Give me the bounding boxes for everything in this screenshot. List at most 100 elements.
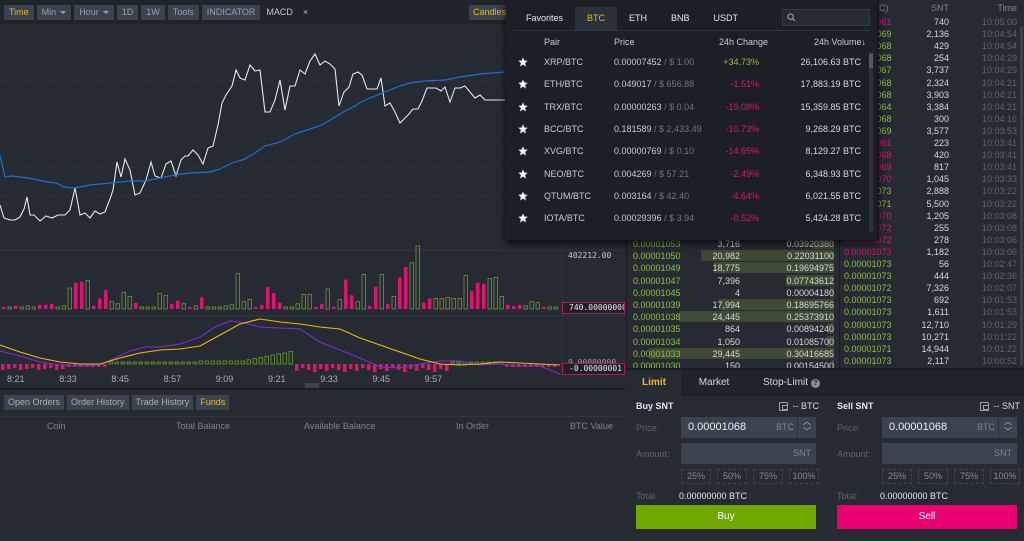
- bid-row[interactable]: 0.00001035 864 0.00894240: [627, 323, 840, 335]
- tab-limit[interactable]: Limit: [626, 370, 683, 396]
- buy-50-percent-button[interactable]: 50%: [717, 469, 747, 484]
- sell-75-percent-button[interactable]: 75%: [954, 469, 984, 484]
- star-favorite-icon[interactable]: [518, 57, 528, 67]
- wallet-icon[interactable]: [979, 401, 989, 411]
- star-favorite-icon[interactable]: [518, 168, 528, 179]
- volume-bar: [463, 274, 468, 310]
- tab-open-orders[interactable]: Open Orders: [4, 395, 65, 410]
- market-scrollbar-track[interactable]: [869, 52, 873, 232]
- market-row[interactable]: ETH/BTC 0.049017 / $ 656.88 -1.51% 17,883.1…: [514, 73, 864, 95]
- trade-time: 10:03:22: [981, 198, 1017, 209]
- trade-time: 10:01:22: [981, 343, 1017, 354]
- hour-dropdown[interactable]: Hour: [74, 4, 114, 20]
- wallet-icon[interactable]: [778, 401, 788, 411]
- star-favorite-icon[interactable]: [518, 146, 528, 156]
- pair-name: NEO/BTC: [544, 168, 585, 179]
- star-favorite-icon[interactable]: [518, 101, 528, 112]
- bid-row[interactable]: 0.00001034 1,050 0.01085700: [627, 335, 840, 348]
- buy-25-percent-button[interactable]: 25%: [681, 469, 711, 484]
- pair-price: 0.181589 / $ 2,433.49: [614, 118, 702, 140]
- buy-100-percent-button[interactable]: 100%: [789, 469, 819, 484]
- volume-bar: [98, 298, 102, 309]
- buy-price-stepper[interactable]: ︿ ﹀: [797, 417, 816, 438]
- buy-button[interactable]: Buy: [636, 505, 816, 529]
- bid-row[interactable]: 0.00001045 4 0.00004180: [627, 286, 840, 299]
- header-pair[interactable]: Pair: [544, 33, 560, 51]
- volume-bar: [476, 282, 480, 309]
- star-favorite-icon[interactable]: [518, 124, 528, 134]
- buy-75-percent-button[interactable]: 75%: [753, 469, 783, 484]
- volume-bar: [14, 305, 18, 309]
- buy-price-input[interactable]: 0.00001068 BTC: [681, 417, 797, 438]
- star-favorite-icon[interactable]: [518, 191, 528, 201]
- chevron-down-icon[interactable]: ﹀: [798, 427, 816, 437]
- volume-bar: [314, 306, 318, 309]
- volume-bar: [19, 306, 24, 310]
- volume-bar: [398, 277, 402, 309]
- 1w-button[interactable]: 1W: [141, 4, 165, 20]
- volume-bar: [104, 290, 108, 309]
- time-button[interactable]: Time: [4, 4, 34, 20]
- sell-100-percent-button[interactable]: 100%: [990, 469, 1020, 484]
- trade-price: 0.00001073: [844, 295, 892, 306]
- indicator-button[interactable]: INDICATOR: [201, 4, 261, 20]
- bid-row[interactable]: 0.00001033 29,445 0.30416685: [627, 347, 840, 360]
- sell-price-stepper[interactable]: ︿ ﹀: [998, 417, 1017, 438]
- chevron-up-icon[interactable]: ︿: [798, 417, 816, 427]
- bid-row[interactable]: 0.00001049 18,775 0.19694975: [627, 262, 840, 274]
- star-favorite-icon[interactable]: [518, 79, 528, 89]
- pair-price: 0.003164 / $ 42.40: [614, 185, 689, 207]
- bid-row[interactable]: 0.00001038 24,445 0.25373910: [627, 311, 840, 323]
- macd-histogram-bar: [19, 364, 23, 370]
- tab-stop-limit[interactable]: Stop-Limit?: [746, 370, 838, 396]
- market-row[interactable]: XRP/BTC 0.00007452 / $ 1.00 +34.73% 26,106.…: [514, 51, 864, 73]
- sell-button[interactable]: Sell: [837, 505, 1017, 529]
- trade-row: 0.00001073 692 10:01:53: [840, 294, 1024, 306]
- bid-row[interactable]: 0.00001047 7,396 0.07743612: [627, 274, 840, 287]
- sell-price-input[interactable]: 0.00001068 BTC: [882, 417, 998, 438]
- sell-25-percent-button[interactable]: 25%: [882, 469, 912, 484]
- chevron-up-icon[interactable]: ︿: [999, 417, 1017, 427]
- help-icon[interactable]: ?: [811, 379, 820, 388]
- market-row[interactable]: NEO/BTC 0.004269 / $ 57.21 -2.49% 6,348.93 …: [514, 163, 864, 185]
- tab-funds[interactable]: Funds: [196, 395, 230, 410]
- market-tab-eth[interactable]: ETH: [617, 7, 659, 30]
- market-search-input[interactable]: [782, 9, 870, 26]
- header-24h-volume[interactable]: 24h Volume↓: [814, 33, 866, 51]
- bid-row[interactable]: 0.00001050 20,982 0.22031100: [627, 250, 840, 262]
- chevron-down-icon[interactable]: ﹀: [999, 427, 1017, 437]
- tab-order-history[interactable]: Order History: [67, 395, 129, 410]
- macd-indicator-label: MACD: [266, 6, 293, 17]
- remove-indicator-close-icon[interactable]: ×: [299, 7, 312, 17]
- sell-amount-label: Amount:: [837, 449, 871, 459]
- buy-amount-input[interactable]: SNT: [681, 443, 816, 464]
- sell-amount-input[interactable]: SNT: [882, 443, 1017, 464]
- market-row[interactable]: XVG/BTC 0.00000769 / $ 0.10 -14.65% 8,129.2…: [514, 140, 864, 162]
- 1d-button[interactable]: 1D: [116, 4, 139, 20]
- volume-bar: [307, 293, 312, 310]
- bid-row[interactable]: 0.00001039 17,994 0.18695766: [627, 299, 840, 311]
- market-row[interactable]: BCC/BTC 0.181589 / $ 2,433.49 -10.73% 9,268…: [514, 118, 864, 140]
- market-tab-favorites[interactable]: Favorites: [514, 7, 575, 30]
- market-row[interactable]: IOTA/BTC 0.00029396 / $ 3.94 -0.52% 5,424.2…: [514, 207, 864, 229]
- market-row[interactable]: TRX/BTC 0.00000263 / $ 0.04 -19.08% 15,359.…: [514, 96, 864, 118]
- macd-histogram-bar: [138, 361, 143, 365]
- trade-time: 10:01:53: [981, 295, 1017, 306]
- tab-market[interactable]: Market: [683, 370, 746, 396]
- header-price[interactable]: Price: [614, 33, 635, 51]
- trade-amount: 254: [933, 53, 949, 64]
- tools-button[interactable]: Tools: [167, 4, 199, 20]
- market-table-header: Pair Price 24h Change 24h Volume↓: [506, 33, 878, 51]
- sell-50-percent-button[interactable]: 50%: [918, 469, 948, 484]
- header-24h-change[interactable]: 24h Change: [719, 33, 768, 51]
- market-scrollbar-thumb[interactable]: [869, 54, 873, 68]
- market-tab-usdt[interactable]: USDT: [702, 7, 751, 30]
- market-tab-bnb[interactable]: BNB: [659, 7, 702, 30]
- min-dropdown[interactable]: Min: [36, 4, 72, 20]
- macd-histogram-bar: [108, 361, 113, 365]
- star-favorite-icon[interactable]: [518, 213, 528, 223]
- market-tab-btc[interactable]: BTC: [575, 7, 618, 30]
- market-row[interactable]: QTUM/BTC 0.003164 / $ 42.40 -4.64% 6,021.55…: [514, 185, 864, 207]
- volume-bar: [272, 293, 276, 309]
- tab-trade-history[interactable]: Trade History: [131, 395, 194, 410]
